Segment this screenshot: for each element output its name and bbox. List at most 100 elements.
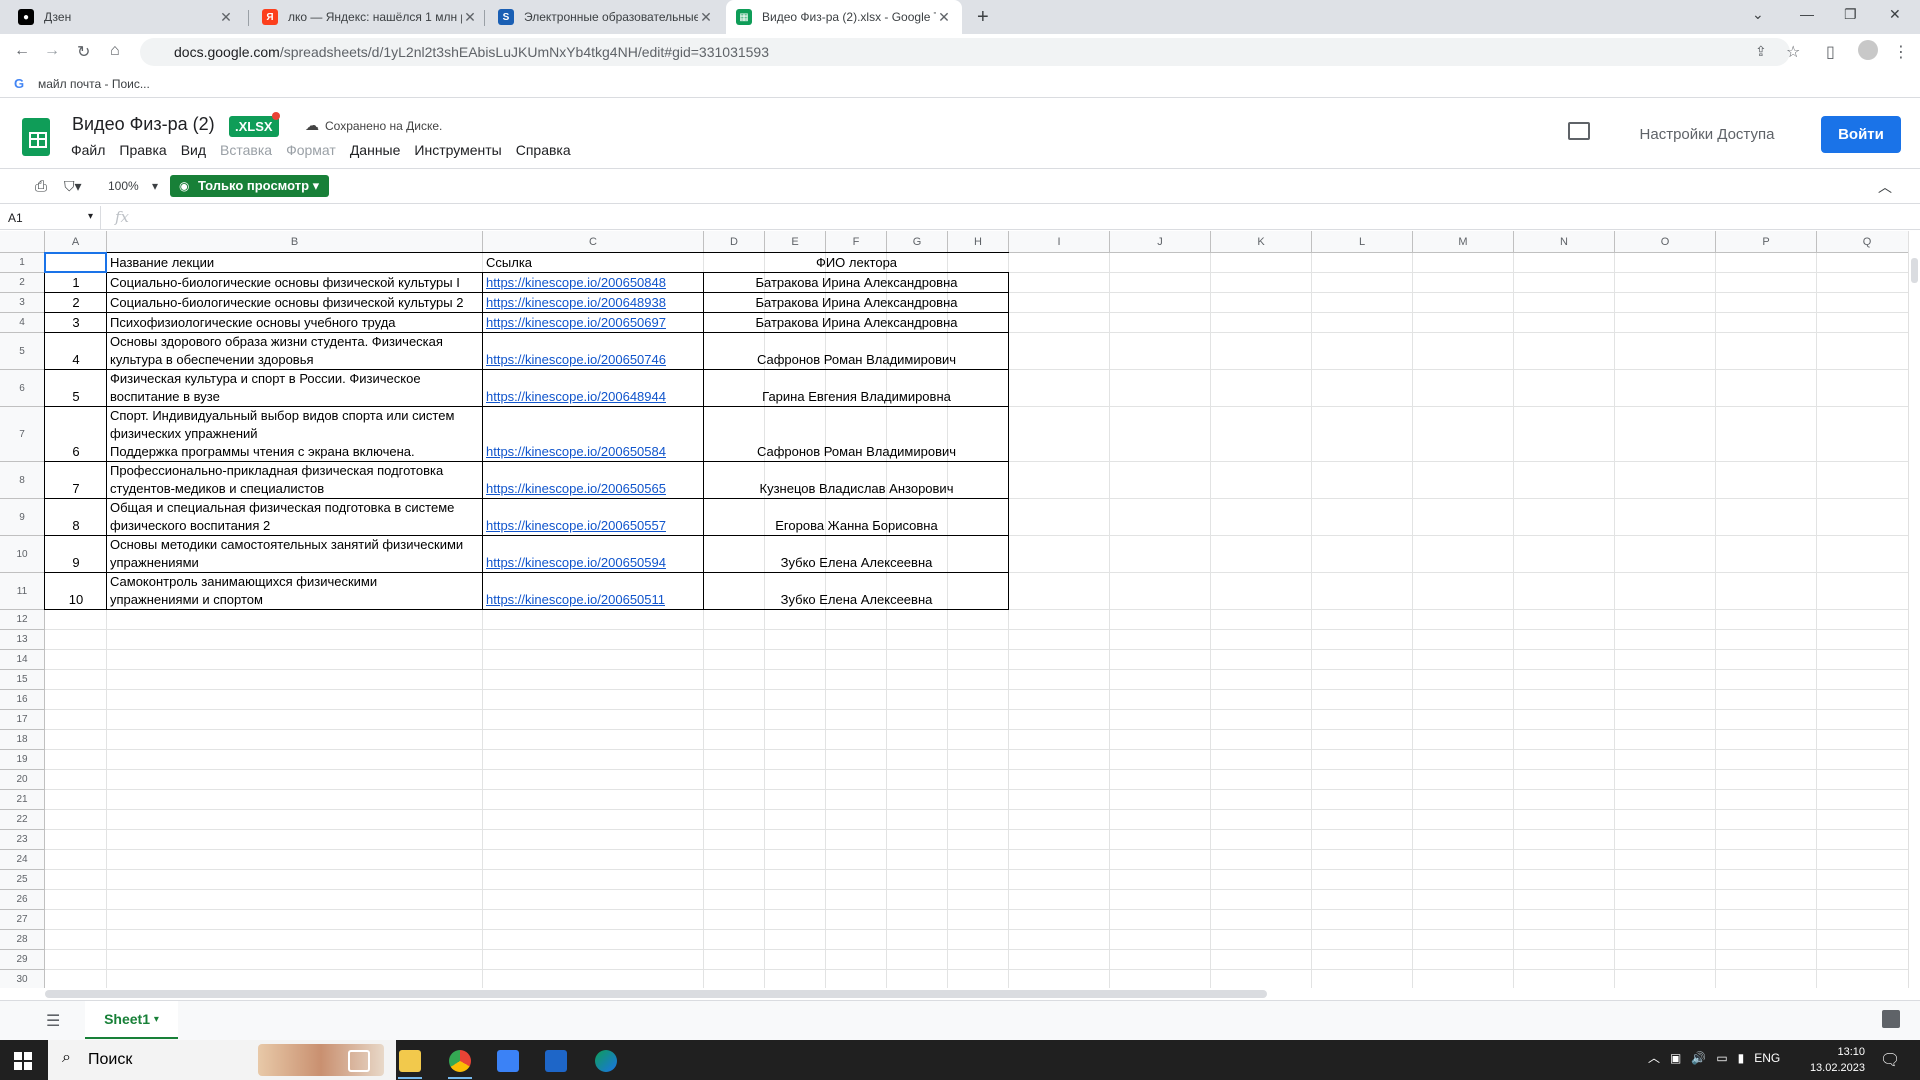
row-header[interactable]: 21 <box>0 790 45 810</box>
cell-link[interactable]: https://kinescope.io/200650594 <box>483 554 704 572</box>
side-panel-icon[interactable]: ▯ <box>1826 42 1835 62</box>
column-header[interactable]: M <box>1413 231 1514 253</box>
row-header[interactable]: 17 <box>0 710 45 730</box>
browser-tab[interactable]: ▦ Видео Физ-ра (2).xlsx - Google T ✕ <box>726 0 962 34</box>
print-icon[interactable]: ⎙ <box>35 178 47 195</box>
row-header[interactable]: 8 <box>0 462 45 499</box>
vertical-scrollbar[interactable] <box>1908 231 1920 988</box>
taskbar-search-input[interactable]: ⌕ Поиск <box>48 1040 396 1080</box>
close-tab-icon[interactable]: ✕ <box>462 9 478 26</box>
column-header[interactable]: G <box>887 231 948 253</box>
all-sheets-icon[interactable]: ☰ <box>46 1011 60 1031</box>
column-header[interactable]: N <box>1514 231 1615 253</box>
row-header[interactable]: 3 <box>0 293 45 313</box>
task-view-icon[interactable] <box>348 1050 370 1072</box>
menu-item[interactable]: Вид <box>181 142 206 158</box>
minimize-icon[interactable]: — <box>1800 6 1814 22</box>
cell-link[interactable]: https://kinescope.io/200648938 <box>483 294 704 312</box>
row-header[interactable]: 9 <box>0 499 45 536</box>
header-cell-link[interactable]: Ссылка <box>483 254 704 272</box>
cell-lecture-name[interactable]: Профессионально-прикладная физическая по… <box>107 462 483 498</box>
row-header[interactable]: 27 <box>0 910 45 930</box>
cell-link[interactable]: https://kinescope.io/200650848 <box>483 274 704 292</box>
cell-number[interactable]: 1 <box>45 274 107 292</box>
column-header[interactable]: B <box>107 231 483 253</box>
menu-item[interactable]: Данные <box>350 142 401 158</box>
row-header[interactable]: 22 <box>0 810 45 830</box>
browser-tab[interactable]: ● Дзен ✕ <box>8 0 244 34</box>
cell-lecture-name[interactable]: Общая и специальная физическая подготовк… <box>107 499 483 535</box>
cell-link[interactable]: https://kinescope.io/200650557 <box>483 517 704 535</box>
vertical-scroll-thumb[interactable] <box>1911 258 1918 283</box>
row-header[interactable]: 25 <box>0 870 45 890</box>
menu-item[interactable]: Файл <box>71 142 105 158</box>
row-header[interactable]: 28 <box>0 930 45 950</box>
share-page-icon[interactable]: ⇪ <box>1755 43 1767 60</box>
cell-number[interactable]: 4 <box>45 351 107 369</box>
chrome-icon[interactable] <box>449 1050 471 1072</box>
row-header[interactable]: 7 <box>0 407 45 462</box>
explore-icon[interactable] <box>1882 1010 1900 1028</box>
cell-lecturer[interactable]: Батракова Ирина Александровна <box>704 294 1009 312</box>
bookmark-star-icon[interactable]: ☆ <box>1786 42 1800 62</box>
close-tab-icon[interactable]: ✕ <box>936 9 952 26</box>
comments-icon[interactable] <box>1568 122 1590 140</box>
mail-icon[interactable] <box>545 1050 567 1072</box>
file-explorer-icon[interactable] <box>399 1050 421 1072</box>
cell-number[interactable]: 5 <box>45 388 107 406</box>
cell-lecture-name[interactable]: Основы здорового образа жизни студента. … <box>107 333 483 369</box>
row-header[interactable]: 10 <box>0 536 45 573</box>
column-header[interactable]: J <box>1110 231 1211 253</box>
cell-lecture-name[interactable]: Спорт. Индивидуальный выбор видов спорта… <box>107 407 483 461</box>
cell-link[interactable]: https://kinescope.io/200650697 <box>483 314 704 332</box>
header-cell-lecturer[interactable]: ФИО лектора <box>704 254 1009 272</box>
cell-lecturer[interactable]: Сафронов Роман Владимирович <box>704 351 1009 369</box>
sheets-logo-icon[interactable] <box>22 118 50 156</box>
cell-number[interactable]: 9 <box>45 554 107 572</box>
cell-lecturer[interactable]: Гарина Евгения Владимировна <box>704 388 1009 406</box>
reload-icon[interactable]: ↻ <box>77 42 90 62</box>
notifications-icon[interactable]: 🗨 <box>1880 1050 1900 1070</box>
row-header[interactable]: 12 <box>0 610 45 630</box>
sheet-tab[interactable]: Sheet1 ▾ <box>85 1001 178 1039</box>
cell-link[interactable]: https://kinescope.io/200650746 <box>483 351 704 369</box>
sign-in-button[interactable]: Войти <box>1821 116 1901 153</box>
new-tab-button[interactable]: + <box>977 6 989 29</box>
column-header[interactable]: I <box>1009 231 1110 253</box>
cell-lecturer[interactable]: Сафронов Роман Владимирович <box>704 443 1009 461</box>
cell-lecture-name[interactable]: Психофизиологические основы учебного тру… <box>107 314 483 332</box>
column-header[interactable]: E <box>765 231 826 253</box>
cell-lecturer[interactable]: Батракова Ирина Александровна <box>704 274 1009 292</box>
close-tab-icon[interactable]: ✕ <box>698 9 714 26</box>
grid-corner[interactable] <box>0 231 45 253</box>
collapse-menus-icon[interactable]: ︿ <box>1878 177 1892 197</box>
row-header[interactable]: 19 <box>0 750 45 770</box>
browser-tab[interactable]: S Электронные образовательные ✕ <box>488 0 724 34</box>
row-header[interactable]: 26 <box>0 890 45 910</box>
chevron-up-icon[interactable]: ︿ <box>1648 1049 1660 1066</box>
cell-lecture-name[interactable]: Основы методики самостоятельных занятий … <box>107 536 483 572</box>
device-icon[interactable]: ▣ <box>1670 1051 1681 1065</box>
close-window-icon[interactable]: ✕ <box>1889 6 1901 23</box>
row-header[interactable]: 23 <box>0 830 45 850</box>
profile-avatar[interactable] <box>1858 40 1878 60</box>
cell-link[interactable]: https://kinescope.io/200648944 <box>483 388 704 406</box>
cell-lecture-name[interactable]: Социально-биологические основы физическо… <box>107 274 483 292</box>
row-header[interactable]: 15 <box>0 670 45 690</box>
row-header[interactable]: 2 <box>0 273 45 293</box>
cell-number[interactable]: 2 <box>45 294 107 312</box>
menu-item[interactable]: Инструменты <box>414 142 501 158</box>
store-icon[interactable] <box>497 1050 519 1072</box>
maximize-icon[interactable]: ❐ <box>1844 6 1857 23</box>
cell-link[interactable]: https://kinescope.io/200650511 <box>483 591 704 609</box>
filter-icon[interactable]: ⛉▾ <box>64 178 82 195</box>
row-header[interactable]: 6 <box>0 370 45 407</box>
view-only-button[interactable]: Только просмотр ▾ <box>170 175 330 197</box>
edge-icon[interactable] <box>595 1050 617 1072</box>
document-title[interactable]: Видео Физ-ра (2) <box>72 114 215 135</box>
row-header[interactable]: 13 <box>0 630 45 650</box>
language-indicator[interactable]: ENG <box>1754 1051 1780 1065</box>
network-icon[interactable]: ▭ <box>1716 1051 1727 1065</box>
horizontal-scroll-thumb[interactable] <box>45 990 1267 998</box>
column-header[interactable]: L <box>1312 231 1413 253</box>
